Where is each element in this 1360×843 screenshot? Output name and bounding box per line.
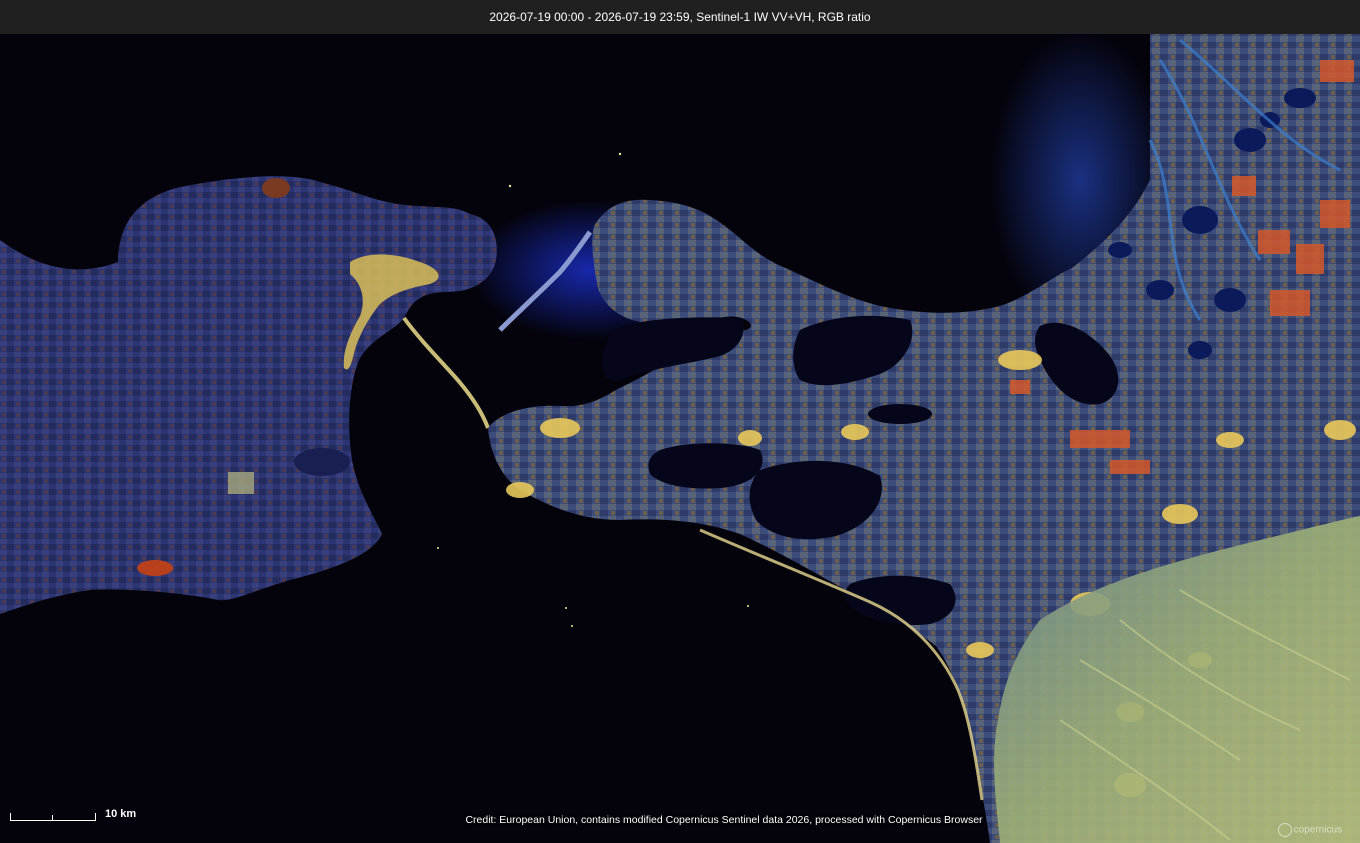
logo-text: copernicus — [1293, 824, 1342, 836]
scale-line — [10, 813, 96, 821]
lagoon-3 — [648, 443, 763, 489]
date-layer-title: 2026-07-19 00:00 - 2026-07-19 23:59, Sen… — [0, 0, 1360, 34]
west-field-light — [228, 472, 254, 494]
lagoon-7 — [868, 404, 932, 424]
attribution-credit: Credit: European Union, contains modifie… — [465, 814, 983, 826]
copernicus-logo: copernicus — [1277, 823, 1342, 837]
scale-bar: 10 km — [10, 808, 145, 833]
scale-tick — [52, 815, 53, 820]
scale-label: 10 km — [105, 808, 137, 820]
west-salt-lake-north — [262, 178, 290, 198]
west-lake — [294, 448, 350, 476]
west-salt-lake — [137, 560, 173, 576]
map-viewer[interactable]: 2026-07-19 00:00 - 2026-07-19 23:59, Sen… — [0, 0, 1360, 843]
satellite-image[interactable] — [0, 0, 1360, 843]
copernicus-logo-icon — [1277, 823, 1292, 837]
